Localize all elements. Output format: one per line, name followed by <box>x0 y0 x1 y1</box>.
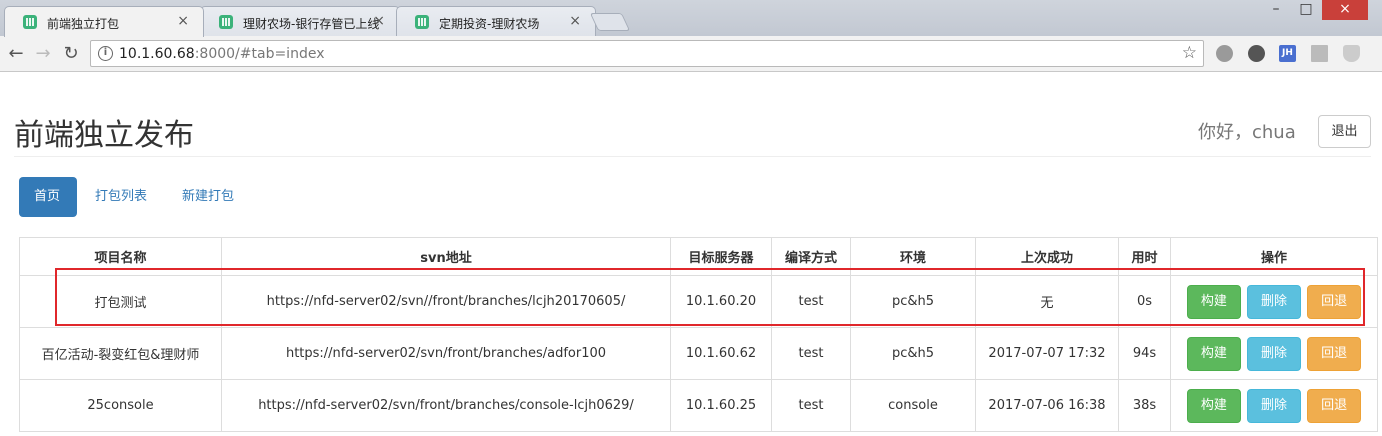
column-header: 上次成功 <box>975 237 1119 276</box>
svn-url: https://nfd-server02/svn/front/branches/… <box>221 327 671 380</box>
leaf-extension-icon[interactable] <box>1248 45 1265 62</box>
info-icon[interactable]: i <box>98 46 113 61</box>
page-title: 前端独立发布 <box>14 118 194 153</box>
site-favicon-icon <box>415 15 429 29</box>
project-name: 25console <box>19 379 222 432</box>
jh-extension-icon[interactable]: JH <box>1279 45 1296 62</box>
bookmark-star-icon[interactable]: ☆ <box>1182 43 1197 63</box>
maximize-button[interactable]: □ <box>1292 0 1320 20</box>
column-header: 环境 <box>850 237 976 276</box>
reload-icon[interactable]: ↻ <box>60 43 82 65</box>
column-header: 用时 <box>1118 237 1171 276</box>
tab-close-icon[interactable]: × <box>177 13 189 29</box>
url-text[interactable]: 10.1.60.68:8000/#tab=index <box>119 46 324 62</box>
browser-tabstrip: 前端独立打包 × 理财农场-银行存管已上线 × 定期投资-理财农场 × – □ … <box>0 0 1382 37</box>
environment: console <box>850 379 976 432</box>
last-success: 2017-07-06 16:38 <box>975 379 1119 432</box>
build-button[interactable]: 构建 <box>1186 284 1241 319</box>
tab-title: 前端独立打包 <box>47 17 120 31</box>
minimize-button[interactable]: – <box>1262 0 1290 20</box>
user-greeting: 你好，chua <box>1198 122 1296 143</box>
tab-package-list[interactable]: 打包列表 <box>80 177 162 217</box>
target-server: 10.1.60.20 <box>670 275 772 328</box>
forward-arrow-icon[interactable]: → <box>32 43 54 65</box>
tab-close-icon[interactable]: × <box>569 13 581 29</box>
browser-tab[interactable]: 定期投资-理财农场 × <box>396 6 596 36</box>
duration: 94s <box>1118 327 1171 380</box>
table-header-row: 项目名称 svn地址 目标服务器 编译方式 环境 上次成功 用时 操作 <box>19 237 1378 276</box>
browser-tab-active[interactable]: 前端独立打包 × <box>4 6 204 37</box>
delete-button[interactable]: 删除 <box>1247 388 1301 423</box>
tab-close-icon[interactable]: × <box>373 13 385 29</box>
duration: 38s <box>1118 379 1171 432</box>
browser-tab[interactable]: 理财农场-银行存管已上线 × <box>200 6 400 36</box>
svn-url: https://nfd-server02/svn//front/branches… <box>221 275 671 328</box>
panel-extension-icon[interactable] <box>1311 45 1328 62</box>
actions-cell: 构建 删除 回退 <box>1170 379 1378 432</box>
column-header: 编译方式 <box>771 237 851 276</box>
actions-cell: 构建 删除 回退 <box>1170 327 1378 380</box>
target-server: 10.1.60.62 <box>670 327 772 380</box>
project-name: 百亿活动-裂变红包&理财师 <box>19 327 222 380</box>
globe-extension-icon[interactable] <box>1216 45 1233 62</box>
site-favicon-icon <box>219 15 233 29</box>
window-close-button[interactable]: × <box>1322 0 1368 20</box>
shield-extension-icon[interactable] <box>1343 45 1360 62</box>
project-name: 打包测试 <box>19 275 222 328</box>
target-server: 10.1.60.25 <box>670 379 772 432</box>
tab-new-package[interactable]: 新建打包 <box>167 177 249 217</box>
build-mode: test <box>771 275 851 328</box>
column-header: svn地址 <box>221 237 671 276</box>
site-favicon-icon <box>23 15 37 29</box>
rollback-button[interactable]: 回退 <box>1307 388 1362 423</box>
browser-toolbar: ← → ↻ i 10.1.60.68:8000/#tab=index ☆ JH <box>0 36 1382 72</box>
column-header: 项目名称 <box>19 237 222 276</box>
environment: pc&h5 <box>850 327 976 380</box>
build-button[interactable]: 构建 <box>1186 388 1241 423</box>
build-mode: test <box>771 379 851 432</box>
delete-button[interactable]: 删除 <box>1247 284 1301 319</box>
url-host: 10.1.60.68 <box>119 46 195 62</box>
delete-button[interactable]: 删除 <box>1247 336 1301 371</box>
header-divider <box>14 156 1371 157</box>
tab-title: 理财农场-银行存管已上线 <box>243 17 380 31</box>
environment: pc&h5 <box>850 275 976 328</box>
rollback-button[interactable]: 回退 <box>1307 284 1362 319</box>
logout-button[interactable]: 退出 <box>1318 115 1371 148</box>
duration: 0s <box>1118 275 1171 328</box>
url-path: :8000/#tab=index <box>194 46 325 62</box>
last-success: 无 <box>975 275 1119 328</box>
svn-url: https://nfd-server02/svn/front/branches/… <box>221 379 671 432</box>
table-row: 25console https://nfd-server02/svn/front… <box>19 379 1378 432</box>
tab-home[interactable]: 首页 <box>19 177 77 217</box>
table-row: 打包测试 https://nfd-server02/svn//front/bra… <box>19 275 1378 328</box>
address-bar[interactable]: i 10.1.60.68:8000/#tab=index ☆ <box>90 40 1204 67</box>
rollback-button[interactable]: 回退 <box>1307 336 1362 371</box>
back-arrow-icon[interactable]: ← <box>5 43 27 65</box>
last-success: 2017-07-07 17:32 <box>975 327 1119 380</box>
tab-title: 定期投资-理财农场 <box>439 17 540 31</box>
table-row: 百亿活动-裂变红包&理财师 https://nfd-server02/svn/f… <box>19 327 1378 380</box>
actions-cell: 构建 删除 回退 <box>1170 275 1378 328</box>
project-table: 项目名称 svn地址 目标服务器 编译方式 环境 上次成功 用时 操作 打包测试… <box>19 237 1378 432</box>
column-header: 目标服务器 <box>670 237 772 276</box>
column-header: 操作 <box>1170 237 1378 276</box>
build-button[interactable]: 构建 <box>1186 336 1241 371</box>
build-mode: test <box>771 327 851 380</box>
